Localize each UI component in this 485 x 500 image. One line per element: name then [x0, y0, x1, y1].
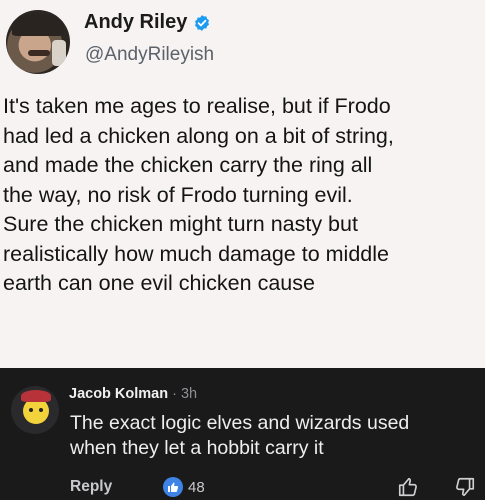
avatar-cap: [21, 390, 51, 402]
thumbs-up-glyph-icon: [168, 482, 179, 492]
tweet-body-line: It's taken me ages to realise, but if Fr…: [3, 94, 391, 118]
comment-actions: Reply 48: [0, 476, 485, 500]
like-count-group[interactable]: 48: [163, 477, 205, 497]
tweet-author-row: Andy Riley: [84, 11, 211, 34]
avatar-eye: [39, 408, 43, 412]
comment-body-line: The exact logic elves and wizards used: [70, 412, 410, 434]
thumbs-up-badge-icon: [163, 477, 183, 497]
tweet-body-line: and made the chicken carry the ring all: [3, 153, 373, 177]
tweet-author-handle[interactable]: @AndyRileyish: [85, 44, 214, 66]
avatar-background-light: [52, 40, 66, 66]
tweet-body-line: realistically how much damage to middle: [3, 241, 389, 266]
commenter-name[interactable]: Jacob Kolman: [69, 386, 168, 402]
reply-button[interactable]: Reply: [70, 478, 112, 496]
tweet-body-line: Sure the chicken might turn nasty but: [3, 212, 358, 236]
tweet-body-line: earth can one evil chicken cause: [3, 271, 315, 295]
comment-meta: Jacob Kolman · 3h: [69, 386, 197, 402]
avatar-mustache: [28, 50, 50, 56]
like-count: 48: [188, 478, 205, 496]
comment-item: Jacob Kolman · 3h The exact logic elves …: [0, 368, 485, 500]
commenter-avatar[interactable]: [11, 386, 59, 434]
comment-timestamp: 3h: [180, 386, 198, 402]
avatar-hat: [12, 14, 64, 36]
avatar-eye: [29, 408, 33, 412]
tweet-author-avatar[interactable]: [6, 10, 70, 74]
comment-body-line: when they let a hobbit carry it: [70, 437, 324, 459]
verified-badge-icon: [195, 14, 210, 31]
meta-separator: ·: [172, 386, 177, 402]
thumbs-up-outline-icon[interactable]: [397, 476, 419, 498]
comment-body: The exact logic elves and wizards used w…: [70, 411, 480, 461]
tweet-body-line: the way, no risk of Frodo turning evil.: [3, 182, 353, 207]
tweet-author-name[interactable]: Andy Riley: [84, 11, 187, 34]
thumbs-down-outline-icon[interactable]: [454, 476, 476, 498]
tweet-body-line: had led a chicken along on a bit of stri…: [3, 123, 394, 148]
tweet-card: Andy Riley @AndyRileyish It's taken me a…: [0, 0, 485, 368]
tweet-body: It's taken me ages to realise, but if Fr…: [3, 92, 483, 299]
